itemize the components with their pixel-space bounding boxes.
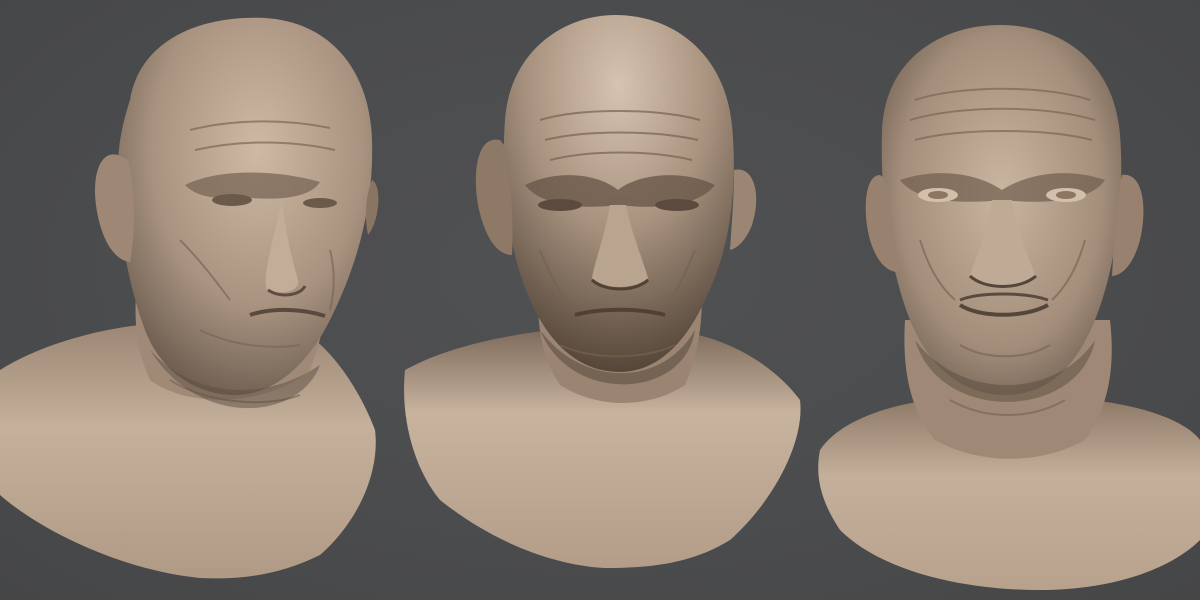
bust-render-center <box>404 15 801 568</box>
bust-render-right <box>818 25 1200 590</box>
sculpted-head-bust-left <box>0 0 400 600</box>
bust-render-left <box>0 17 379 579</box>
render-viewport <box>0 0 1200 600</box>
sculpted-head-bust-right <box>810 0 1200 600</box>
sculpted-head-bust-center <box>400 0 810 600</box>
